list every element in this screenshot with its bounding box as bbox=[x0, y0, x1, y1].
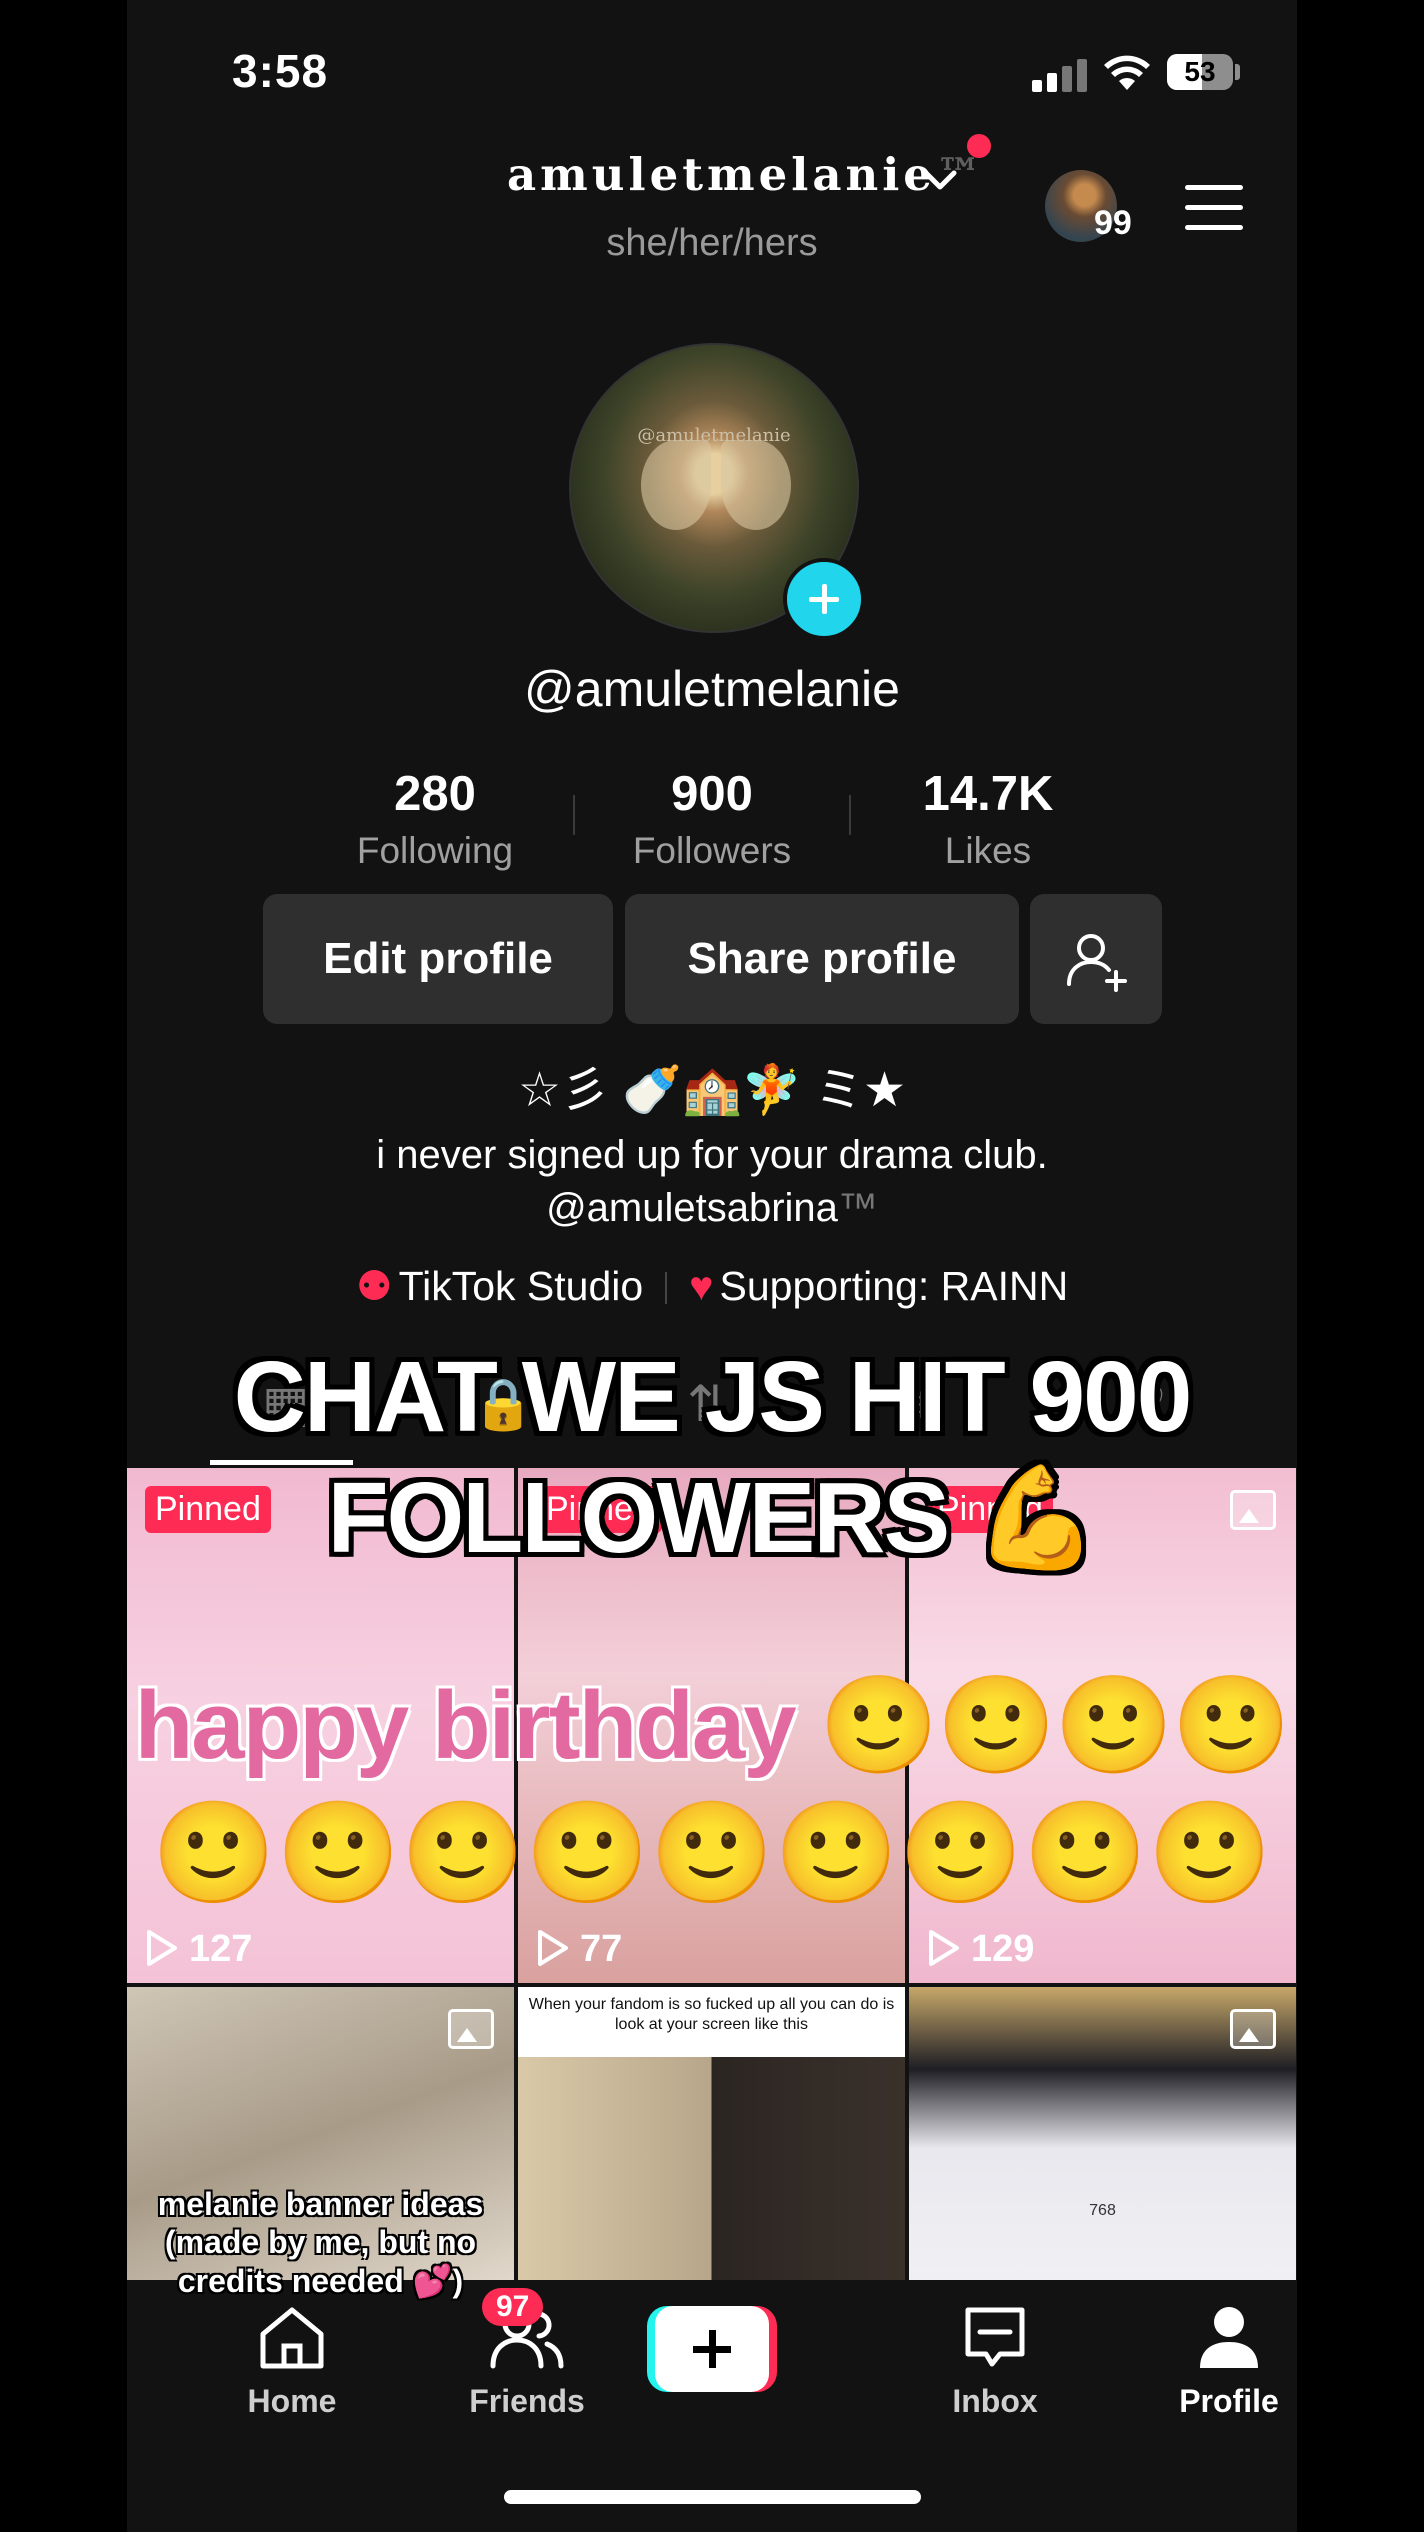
battery-nub bbox=[1235, 64, 1240, 80]
stat-label: Likes bbox=[944, 830, 1032, 871]
stat-divider bbox=[573, 795, 575, 835]
add-friends-button[interactable] bbox=[1030, 894, 1162, 1024]
stat-label: Followers bbox=[632, 830, 792, 871]
play-icon bbox=[538, 1930, 568, 1966]
wifi-icon bbox=[1104, 55, 1150, 90]
photo-post-icon bbox=[448, 2009, 494, 2049]
photo-thumbnail[interactable]: When your fandom is so fucked up all you… bbox=[518, 1987, 905, 2280]
bio-mention-tm: ™ bbox=[837, 1186, 878, 1230]
birthday-text: happy birthday bbox=[134, 1672, 797, 1779]
avatar-watermark: @amuletmelanie bbox=[637, 425, 791, 446]
nav-home-label: Home bbox=[247, 2383, 337, 2419]
nav-inbox[interactable]: Inbox bbox=[915, 2302, 1075, 2420]
status-time: 3:58 bbox=[232, 45, 329, 97]
profile-icon bbox=[1200, 2307, 1258, 2368]
stat-divider bbox=[849, 795, 851, 835]
avatar-art-right bbox=[721, 440, 791, 530]
stat-value: 280 bbox=[394, 767, 476, 821]
stat-following[interactable]: 280 Following bbox=[315, 766, 555, 872]
link-separator bbox=[665, 1272, 668, 1304]
bio-decoration: ☆彡 🍼🏫🧚 ミ★ bbox=[517, 1064, 907, 1117]
play-icon bbox=[147, 1930, 177, 1966]
hamburger-menu-icon[interactable] bbox=[1185, 185, 1243, 231]
battery-level: 53 bbox=[1184, 56, 1216, 87]
play-icon bbox=[929, 1930, 959, 1966]
bio-mention-handle[interactable]: @amuletsabrina bbox=[546, 1186, 838, 1230]
stat-likes[interactable]: 14.7K Likes bbox=[868, 766, 1108, 872]
view-count: 77 bbox=[536, 1928, 622, 1971]
home-indicator bbox=[504, 2490, 921, 2504]
heart-icon: ♥ bbox=[689, 1263, 714, 1309]
nav-home[interactable]: Home bbox=[212, 2302, 372, 2420]
photo-post-icon bbox=[839, 2009, 885, 2049]
cellular-signal-icon bbox=[1032, 58, 1092, 92]
plus-icon bbox=[655, 2306, 769, 2392]
studio-icon: ⚉ bbox=[355, 1263, 393, 1309]
share-profile-button[interactable]: Share profile bbox=[625, 894, 1019, 1024]
overlay-caption-line1: CHAT WE JS HIT 900 bbox=[233, 1341, 1193, 1453]
nav-profile-label: Profile bbox=[1179, 2383, 1279, 2419]
home-icon bbox=[260, 2307, 324, 2369]
profile-links: ⚉ TikTok Studio ♥ Supporting: RAINN bbox=[127, 1262, 1297, 1310]
stat-label: Following bbox=[356, 830, 514, 871]
birthday-caption: happy birthday 🙂🙂🙂🙂 bbox=[127, 1670, 1297, 1782]
view-count-value: 129 bbox=[971, 1928, 1035, 1970]
story-count: 99 bbox=[1094, 204, 1132, 242]
birthday-emojis-row2: 🙂🙂🙂🙂🙂🙂🙂🙂🙂 bbox=[151, 1797, 1273, 1909]
view-count: 127 bbox=[145, 1928, 252, 1971]
stat-value: 900 bbox=[671, 767, 753, 821]
inbox-icon bbox=[965, 2307, 1025, 2367]
stat-value: 14.7K bbox=[922, 767, 1054, 821]
add-story-plus-icon[interactable] bbox=[783, 558, 865, 640]
friends-notification-badge: 97 bbox=[482, 2288, 544, 2326]
screenshot-number: 768 bbox=[1089, 2202, 1116, 2219]
nav-inbox-label: Inbox bbox=[952, 2383, 1038, 2419]
view-count: 129 bbox=[927, 1928, 1034, 1971]
supporting-link[interactable]: Supporting: RAINN bbox=[720, 1263, 1069, 1309]
view-count-value: 77 bbox=[580, 1928, 623, 1970]
stat-followers[interactable]: 900 Followers bbox=[592, 766, 832, 872]
photo-thumbnail[interactable]: 768 bbox=[909, 1987, 1296, 2280]
bio-mention[interactable]: @amuletsabrina™ bbox=[127, 1186, 1297, 1231]
notification-dot bbox=[967, 134, 991, 158]
tiktok-profile-screen: 3:58 53 amuletmelanie™ she/her/hers 99 @… bbox=[127, 0, 1297, 2532]
account-switcher[interactable]: amuletmelanie™ bbox=[507, 148, 981, 201]
bio-text: i never signed up for your drama club. bbox=[376, 1133, 1048, 1177]
profile-handle: @amuletmelanie bbox=[524, 661, 900, 717]
nav-friends-label: Friends bbox=[469, 2383, 585, 2419]
overlay-caption-line2: FOLLOWERS 💪 bbox=[327, 1462, 1098, 1574]
photo-post-icon bbox=[1230, 2009, 1276, 2049]
nav-profile[interactable]: Profile bbox=[1149, 2302, 1297, 2420]
chevron-down-icon[interactable] bbox=[922, 168, 958, 192]
account-username[interactable]: amuletmelanie bbox=[507, 148, 936, 201]
create-plus-button[interactable] bbox=[647, 2306, 777, 2392]
view-count-value: 127 bbox=[189, 1928, 253, 1970]
tiktok-studio-link[interactable]: TikTok Studio bbox=[399, 1263, 644, 1309]
banner-ideas-caption: melanie banner ideas (made by me, but no… bbox=[157, 2186, 484, 2299]
avatar-art-left bbox=[641, 440, 711, 530]
birthday-emojis: 🙂🙂🙂🙂 bbox=[819, 1672, 1291, 1779]
battery-icon: 53 bbox=[1167, 54, 1233, 90]
add-person-icon bbox=[1067, 934, 1127, 993]
edit-profile-button[interactable]: Edit profile bbox=[263, 894, 613, 1024]
